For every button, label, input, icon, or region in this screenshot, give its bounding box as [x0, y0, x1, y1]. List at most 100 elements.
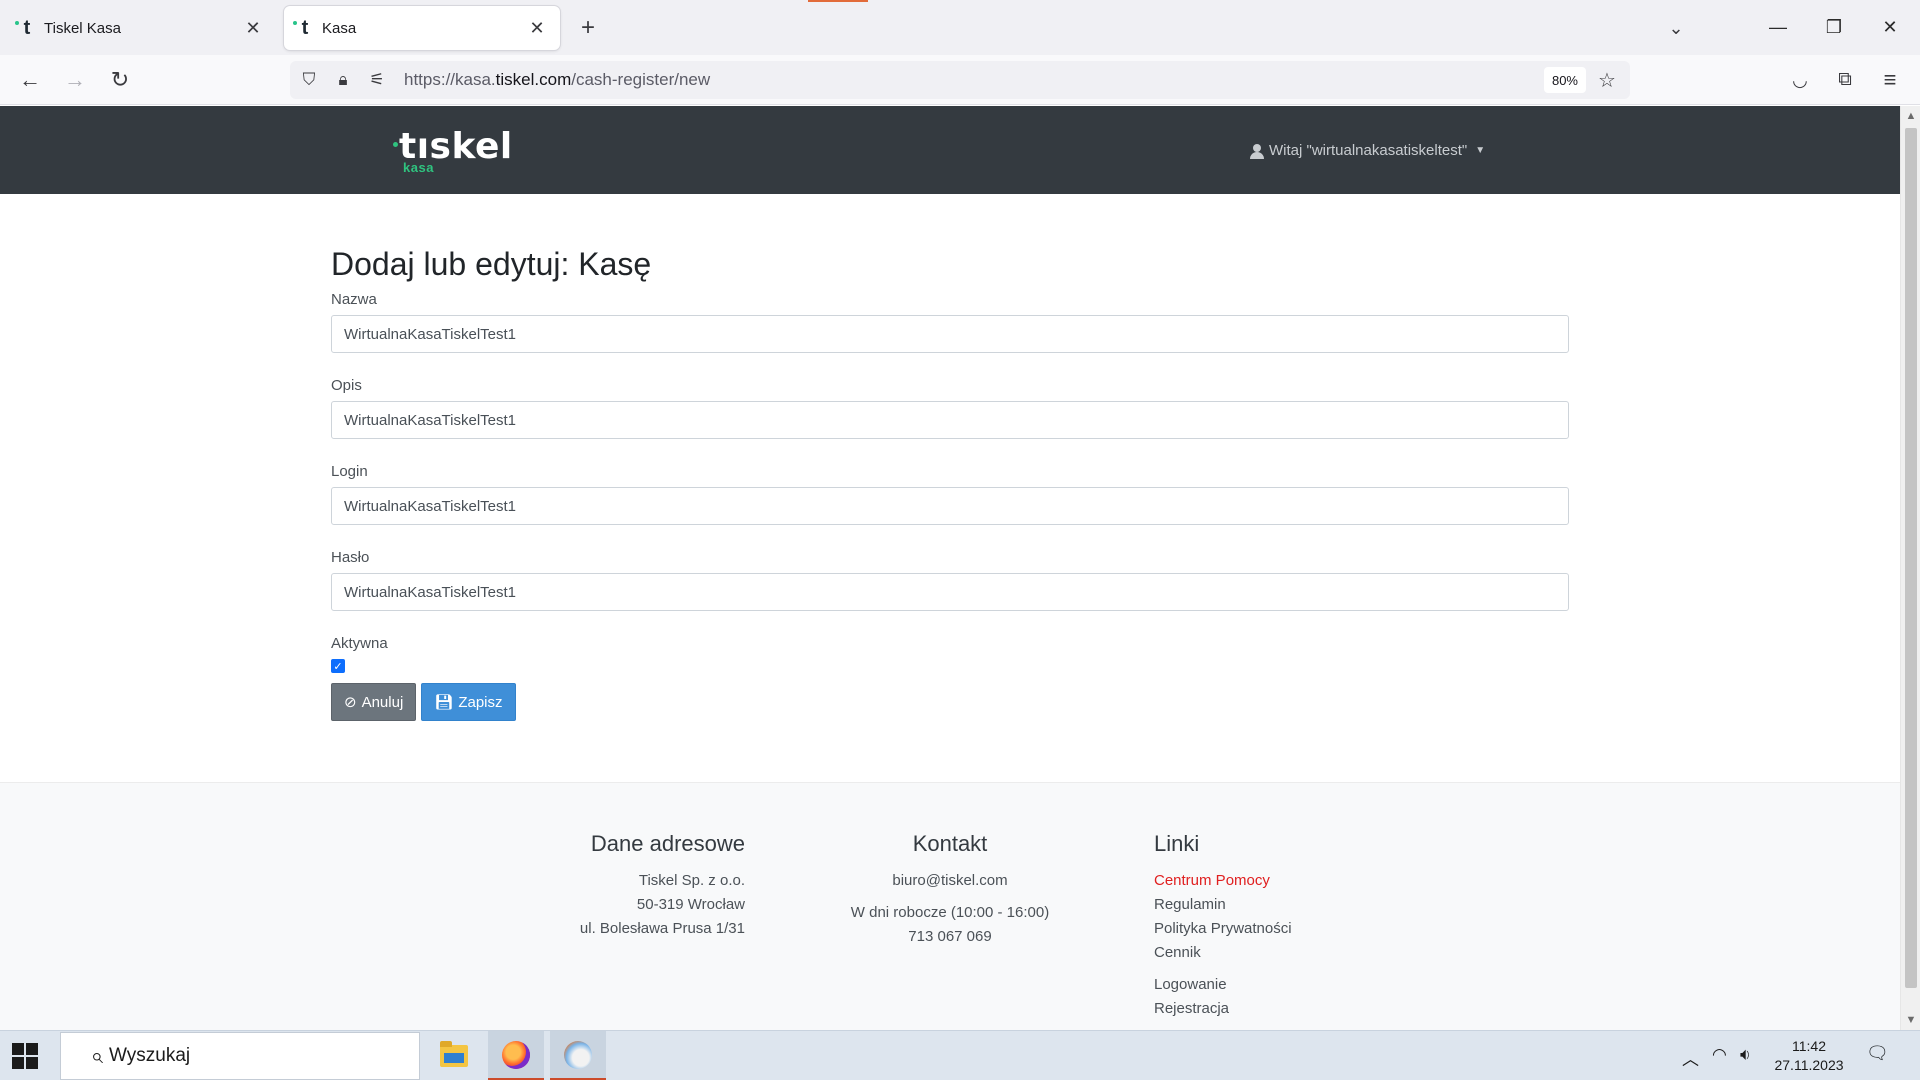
scroll-up-arrow-icon[interactable]: ▲ [1901, 106, 1920, 126]
ban-icon: ⊘ [344, 694, 357, 711]
login-input[interactable]: WirtualnaKasaTiskelTest1 [331, 487, 1569, 525]
browser-tabstrip: t Tiskel Kasa ✕ t Kasa ✕ + ⌄ — ❐ ✕ [0, 0, 1920, 55]
tiskel-favicon-icon: t [15, 17, 36, 39]
address-line: 50-319 Wrocław [636, 896, 745, 913]
password-input[interactable]: WirtualnaKasaTiskelTest1 [331, 573, 1569, 611]
description-input[interactable]: WirtualnaKasaTiskelTest1 [331, 401, 1569, 439]
link-register[interactable]: Rejestracja [1154, 997, 1354, 1021]
active-checkbox[interactable]: ✓ [331, 659, 345, 673]
back-arrow-icon[interactable]: ← [14, 64, 46, 96]
tab-title: Tiskel Kasa [44, 19, 121, 37]
link-pricing[interactable]: Cennik [1154, 941, 1354, 965]
cancel-label: Anuluj [361, 693, 404, 711]
paint-palette-icon [564, 1040, 592, 1069]
restore-icon[interactable]: ❐ [1816, 10, 1852, 44]
page-scrollbar[interactable]: ▲ ▼ [1900, 106, 1920, 1030]
page-title: Dodaj lub edytuj: Kasę [331, 246, 652, 282]
logo-subtitle: kasa [403, 160, 434, 175]
footer-address: Dane adresowe Tiskel Sp. z o.o. 50-319 W… [570, 831, 745, 941]
windows-start-icon[interactable] [12, 1043, 38, 1069]
name-input[interactable]: WirtualnaKasaTiskelTest1 [331, 315, 1569, 353]
footer-heading-address: Dane adresowe [590, 831, 745, 856]
scroll-down-arrow-icon[interactable]: ▼ [1901, 1010, 1920, 1030]
save-label: Zapisz [458, 693, 503, 711]
site-footer: Dane adresowe Tiskel Sp. z o.o. 50-319 W… [0, 782, 1900, 1030]
menu-hamburger-icon[interactable]: ≡ [1874, 64, 1906, 96]
link-help-center[interactable]: Centrum Pomocy [1154, 869, 1354, 893]
folder-icon [440, 1041, 468, 1067]
reload-icon[interactable]: ↻ [104, 64, 136, 96]
zoom-level-badge[interactable]: 80% [1543, 67, 1586, 93]
footer-links: Linki Centrum Pomocy Regulamin Polityka … [1154, 831, 1354, 1021]
cancel-button[interactable]: ⊘ Anuluj [331, 683, 417, 721]
pocket-icon[interactable]: ◡ [1784, 64, 1816, 96]
new-tab-button[interactable]: + [574, 14, 602, 42]
url-text[interactable]: https://kasa.tiskel.com/cash-register/ne… [404, 70, 710, 90]
user-icon [1250, 143, 1264, 159]
close-icon[interactable]: ✕ [526, 17, 548, 39]
forward-arrow-icon[interactable]: → [59, 64, 91, 96]
floppy-disk-icon: 💾︎ [434, 694, 454, 711]
link-privacy[interactable]: Polityka Prywatności [1154, 917, 1354, 941]
address-line: ul. Bolesława Prusa 1/31 [579, 920, 745, 937]
logo-dot [393, 142, 398, 147]
close-icon[interactable]: ✕ [242, 17, 264, 39]
notifications-icon[interactable]: 🗨︎ [1866, 1043, 1892, 1069]
tab-kasa[interactable]: t Kasa ✕ [284, 6, 560, 50]
volume-icon[interactable]: 🔉︎ [1740, 1045, 1751, 1065]
link-terms[interactable]: Regulamin [1154, 893, 1354, 917]
contact-hours: W dni robocze (10:00 - 16:00) [850, 904, 1050, 921]
link-login[interactable]: Logowanie [1154, 973, 1354, 997]
tiskel-favicon-icon: t [293, 17, 314, 39]
field-label-opis: Opis [331, 377, 362, 394]
list-tabs-chevron-icon[interactable]: ⌄ [1662, 14, 1690, 42]
footer-heading-links: Linki [1154, 831, 1200, 856]
page-viewport: tıskel kasa Witaj "wirtualnakasatiskelte… [0, 106, 1900, 1030]
address-line: Tiskel Sp. z o.o. [638, 872, 745, 889]
tray-chevron-up-icon[interactable]: ︿ [1682, 1045, 1699, 1070]
footer-contact: Kontakt biuro@tiskel.com W dni robocze (… [830, 831, 1070, 949]
tab-drag-indicator [808, 0, 868, 2]
tab-tiskel-kasa[interactable]: t Tiskel Kasa ✕ [6, 6, 276, 50]
contact-phone: 713 067 069 [908, 928, 992, 945]
user-dropdown[interactable]: Witaj "wirtualnakasatiskeltest" ▼ [1250, 142, 1485, 159]
field-label-aktywna: Aktywna [331, 635, 388, 652]
minimize-icon[interactable]: — [1760, 10, 1796, 44]
site-header: tıskel kasa Witaj "wirtualnakasatiskelte… [0, 106, 1900, 194]
form-actions: ⊘ Anuluj 💾︎ Zapisz [331, 683, 1569, 721]
extensions-puzzle-icon[interactable]: ⧉ [1829, 64, 1861, 96]
search-icon: ⌕ [90, 1043, 103, 1068]
save-button[interactable]: 💾︎ Zapisz [421, 683, 516, 721]
clock-time: 11:42 [1792, 1038, 1826, 1054]
firefox-icon [502, 1040, 530, 1069]
permissions-icon[interactable]: ⚟ [362, 65, 392, 95]
file-explorer-app[interactable] [426, 1031, 482, 1080]
lock-icon[interactable]: 🔒︎ [328, 65, 358, 95]
clock-date: 27.11.2023 [1774, 1057, 1844, 1073]
address-bar[interactable]: ⛉ 🔒︎ ⚟ https://kasa.tiskel.com/cash-regi… [290, 61, 1630, 99]
user-greeting: Witaj "wirtualnakasatiskeltest" [1269, 142, 1468, 159]
search-placeholder: Wyszukaj [109, 1045, 191, 1066]
tracking-shield-icon[interactable]: ⛉ [294, 65, 324, 95]
window-close-icon[interactable]: ✕ [1872, 10, 1908, 44]
firefox-app[interactable] [488, 1031, 544, 1080]
footer-heading-contact: Kontakt [912, 831, 988, 856]
system-clock[interactable]: 11:42 27.11.2023 [1774, 1037, 1844, 1075]
taskbar-search[interactable]: ⌕ Wyszukaj [60, 1032, 420, 1080]
bookmark-star-icon[interactable]: ☆ [1592, 65, 1622, 95]
wifi-icon[interactable]: ◠ [1712, 1045, 1727, 1065]
cash-register-form: Dodaj lub edytuj: Kasę Nazwa WirtualnaKa… [331, 246, 1569, 721]
tab-title: Kasa [322, 19, 357, 37]
tiskel-logo[interactable]: tıskel kasa [393, 126, 512, 178]
browser-toolbar: ← → ↻ ⛉ 🔒︎ ⚟ https://kasa.tiskel.com/cas… [0, 55, 1920, 105]
paint-app[interactable] [550, 1031, 606, 1080]
field-label-login: Login [331, 463, 368, 480]
contact-email[interactable]: biuro@tiskel.com [830, 869, 1070, 893]
field-label-haslo: Hasło [331, 549, 370, 566]
caret-down-icon: ▼ [1475, 145, 1486, 156]
field-label-nazwa: Nazwa [331, 291, 377, 308]
windows-taskbar: ⌕ Wyszukaj ︿ ◠ 🔉︎ 11:42 27.11.2023 🗨︎ [0, 1030, 1920, 1080]
scrollbar-thumb[interactable] [1905, 128, 1917, 988]
